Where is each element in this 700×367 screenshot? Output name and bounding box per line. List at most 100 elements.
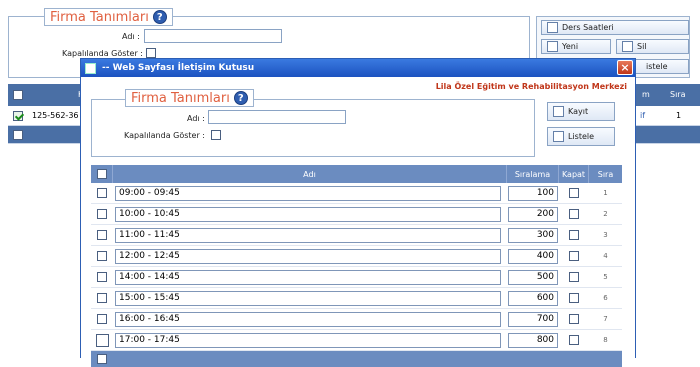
row-checkbox[interactable] [97,314,107,324]
row-order-input[interactable]: 800 [508,332,558,348]
grid-header-closed: Kapat [559,165,589,183]
row-name-input[interactable]: 10:00 - 10:45 [115,206,501,222]
help-icon[interactable]: ? [152,10,167,24]
background-name-label: Adı : [122,32,140,41]
dialog-title-bar[interactable]: -- Web Sayfası İletişim Kutusu × [81,59,635,77]
row-number: 2 [603,210,608,218]
background-row-checkbox[interactable] [13,111,23,121]
background-footer-checkbox[interactable] [13,130,23,140]
row-order-input[interactable]: 300 [508,227,558,243]
background-row-link[interactable]: if [640,111,645,120]
close-icon: × [620,61,630,74]
sil-button[interactable]: Sil [616,39,689,54]
grid-row[interactable]: 12:00 - 12:45 400 4 [91,246,622,267]
grid-header: Adı Sıralama Kapat Sıra [91,165,622,183]
row-checkbox[interactable] [97,293,107,303]
grid-select-all-checkbox[interactable] [96,169,107,179]
row-closed-checkbox[interactable] [569,188,579,198]
dialog-name-input[interactable] [208,110,346,124]
dialog-title: -- Web Sayfası İletişim Kutusu [102,63,255,73]
grid-header-row: Sıra [597,169,614,179]
row-checkbox[interactable] [97,209,107,219]
help-icon[interactable]: ? [233,91,248,105]
grid-row[interactable]: 09:00 - 09:45 100 1 [91,183,622,204]
ie-icon [85,62,96,74]
row-number: 3 [603,231,608,239]
background-legend-text: Firma Tanımları [50,9,149,25]
row-closed-checkbox[interactable] [569,251,579,261]
row-checkbox[interactable] [97,251,107,261]
row-name-input[interactable]: 09:00 - 09:45 [115,185,501,201]
kayit-label: Kayıt [568,107,589,116]
row-name-input[interactable]: 12:00 - 12:45 [115,248,501,264]
row-checkbox[interactable] [95,333,109,347]
grid-footer-checkbox[interactable] [97,354,107,364]
row-closed-checkbox[interactable] [569,272,579,282]
row-name-input[interactable]: 17:00 - 17:45 [115,332,501,348]
row-number: 6 [603,294,608,302]
dialog-name-label: Adı : [187,114,205,123]
dialog-legend-text: Firma Tanımları [131,90,230,106]
close-button[interactable]: × [617,60,633,75]
grid-row[interactable]: 10:00 - 10:45 200 2 [91,204,622,225]
row-number: 5 [603,273,608,281]
row-closed-checkbox[interactable] [569,335,579,345]
background-row-text: 125-562-36 [32,111,79,120]
dialog-show-closed-label: Kapalılanda Göster : [124,131,205,140]
row-name-input[interactable]: 14:00 - 14:45 [115,269,501,285]
dialog-legend: Firma Tanımları ? [125,89,254,107]
background-col-m: m [642,90,650,99]
dialog-show-closed-checkbox[interactable] [211,130,221,140]
dialog-window: -- Web Sayfası İletişim Kutusu × Lila Öz… [80,58,636,367]
row-number: 4 [603,252,608,260]
kayit-button[interactable]: Kayıt [547,102,615,121]
grid-row[interactable]: 11:00 - 11:45 300 3 [91,225,622,246]
background-name-input[interactable] [144,29,282,43]
table-icon [547,22,558,33]
ders-saatleri-label: Ders Saatleri [562,23,614,32]
new-document-icon [547,41,558,52]
sil-label: Sil [637,42,647,51]
list-icon [553,131,564,142]
background-header-checkbox[interactable] [13,90,23,100]
row-order-input[interactable]: 200 [508,206,558,222]
background-row-sira: 1 [676,111,682,120]
row-checkbox[interactable] [97,230,107,240]
trash-icon [622,41,633,52]
grid-row[interactable]: 14:00 - 14:45 500 5 [91,267,622,288]
row-order-input[interactable]: 600 [508,290,558,306]
listele-button[interactable]: Listele [547,127,615,146]
dialog-form-frame [91,99,535,157]
yeni-button[interactable]: Yeni [541,39,611,54]
grid-row[interactable]: 15:00 - 15:45 600 6 [91,288,622,309]
background-col-sira: Sıra [670,90,686,99]
row-closed-checkbox[interactable] [569,293,579,303]
row-closed-checkbox[interactable] [569,314,579,324]
row-name-input[interactable]: 16:00 - 16:45 [115,311,501,327]
save-icon [553,106,564,117]
grid-row[interactable]: 16:00 - 16:45 700 7 [91,309,622,330]
row-closed-checkbox[interactable] [569,230,579,240]
row-closed-checkbox[interactable] [569,209,579,219]
grid-header-order: Sıralama [507,165,559,183]
yeni-label: Yeni [562,42,579,51]
grid-row[interactable]: 17:00 - 17:45 800 8 [91,330,622,351]
background-show-closed-label: Kapalılanda Göster : [62,49,143,58]
company-name: Lila Özel Eğitim ve Rehabilitasyon Merke… [435,82,627,91]
row-order-input[interactable]: 400 [508,248,558,264]
row-checkbox[interactable] [97,272,107,282]
row-number: 1 [603,189,608,197]
background-show-closed-checkbox[interactable] [146,48,156,58]
row-order-input[interactable]: 100 [508,185,558,201]
grid-footer [91,351,622,367]
row-order-input[interactable]: 500 [508,269,558,285]
row-number: 8 [603,336,608,344]
row-order-input[interactable]: 700 [508,311,558,327]
row-checkbox[interactable] [97,188,107,198]
background-legend: Firma Tanımları ? [44,8,173,26]
row-name-input[interactable]: 15:00 - 15:45 [115,290,501,306]
row-name-input[interactable]: 11:00 - 11:45 [115,227,501,243]
ders-saatleri-button[interactable]: Ders Saatleri [541,20,689,35]
row-number: 7 [603,315,608,323]
grid-header-check-cell [91,165,113,183]
